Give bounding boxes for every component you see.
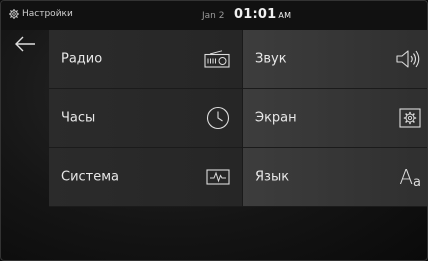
language-icon-big-letter: A (399, 165, 414, 189)
status-date: Jan 2 (202, 11, 225, 21)
menu-item-label: Система (61, 169, 120, 185)
status-ampm: AM (278, 11, 292, 20)
settings-menu-grid: Радио Звук Часы Экран Система Язык A a (49, 30, 427, 207)
clock-icon (206, 106, 230, 130)
menu-item-system[interactable]: Система (49, 148, 243, 207)
status-title: Настройки (9, 9, 73, 19)
status-bar: Настройки Jan 2 01:01 AM (1, 1, 427, 30)
radio-icon (204, 50, 230, 68)
status-time-value: 01:01 (234, 7, 277, 22)
system-pulse-icon (206, 169, 230, 185)
settings-screen: Настройки Jan 2 01:01 AM Радио Звук Часы… (0, 0, 428, 261)
menu-item-label: Радио (61, 51, 103, 67)
menu-item-screen[interactable]: Экран (243, 89, 427, 148)
menu-item-clock[interactable]: Часы (49, 89, 243, 148)
menu-item-label: Звук (255, 51, 287, 67)
menu-item-language[interactable]: Язык Aa (243, 148, 427, 207)
language-icon-small-letter: a (413, 174, 421, 190)
back-button[interactable] (11, 35, 39, 57)
language-icon: Aa (399, 165, 421, 190)
display-settings-icon (399, 108, 421, 128)
menu-item-label: Часы (61, 110, 96, 126)
arrow-left-icon (14, 36, 36, 56)
gear-icon (9, 9, 19, 19)
menu-item-label: Язык (255, 169, 290, 185)
menu-item-radio[interactable]: Радио (49, 30, 243, 89)
speaker-icon (395, 49, 421, 69)
menu-item-sound[interactable]: Звук (243, 30, 427, 89)
status-time: 01:01 AM (234, 7, 291, 22)
page-title: Настройки (22, 9, 73, 19)
menu-item-label: Экран (255, 110, 297, 126)
